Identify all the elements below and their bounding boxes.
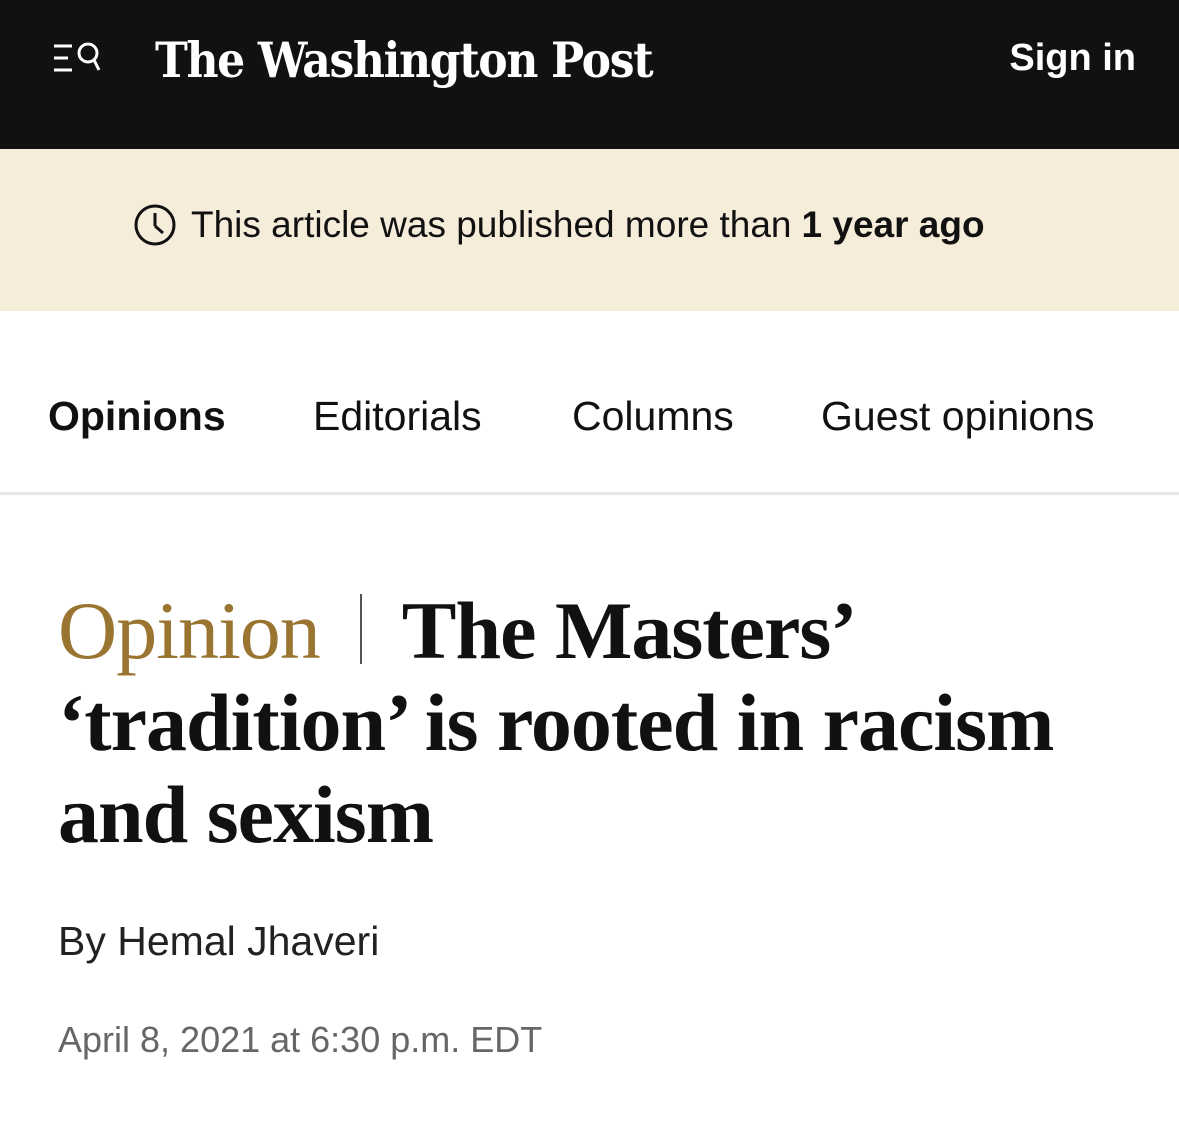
subnav-item-columns[interactable]: Columns <box>572 391 734 441</box>
clock-icon <box>134 204 176 246</box>
archive-notice-banner: This article was published more than 1 y… <box>0 149 1179 311</box>
article-headline: Opinion The Masters’ ‘tradition’ is roote… <box>58 585 1138 861</box>
menu-search-button[interactable] <box>52 38 102 80</box>
top-navigation-bar: The Washington Post Sign in <box>0 0 1179 149</box>
sign-in-button[interactable]: Sign in <box>1009 34 1136 82</box>
opinion-kicker[interactable]: Opinion <box>58 585 321 676</box>
byline: By Hemal Jhaveri <box>58 915 379 967</box>
kicker-divider <box>359 594 362 664</box>
archive-notice: This article was published more than 1 y… <box>133 201 985 249</box>
subnav-item-opinions[interactable]: Opinions <box>48 391 226 441</box>
notice-text: This article was published more than <box>191 204 792 245</box>
publish-date: April 8, 2021 at 6:30 p.m. EDT <box>58 1019 543 1060</box>
search-icon <box>77 42 101 71</box>
section-subnav: Opinions Editorials Columns Guest opinio… <box>0 311 1179 495</box>
site-logo[interactable]: The Washington Post <box>155 22 654 98</box>
author-link[interactable]: Hemal Jhaveri <box>117 918 379 964</box>
subnav-item-editorials[interactable]: Editorials <box>313 391 482 441</box>
subnav-item-guest-opinions[interactable]: Guest opinions <box>821 391 1095 441</box>
byline-prefix: By <box>58 918 106 964</box>
notice-age: 1 year ago <box>801 204 985 245</box>
